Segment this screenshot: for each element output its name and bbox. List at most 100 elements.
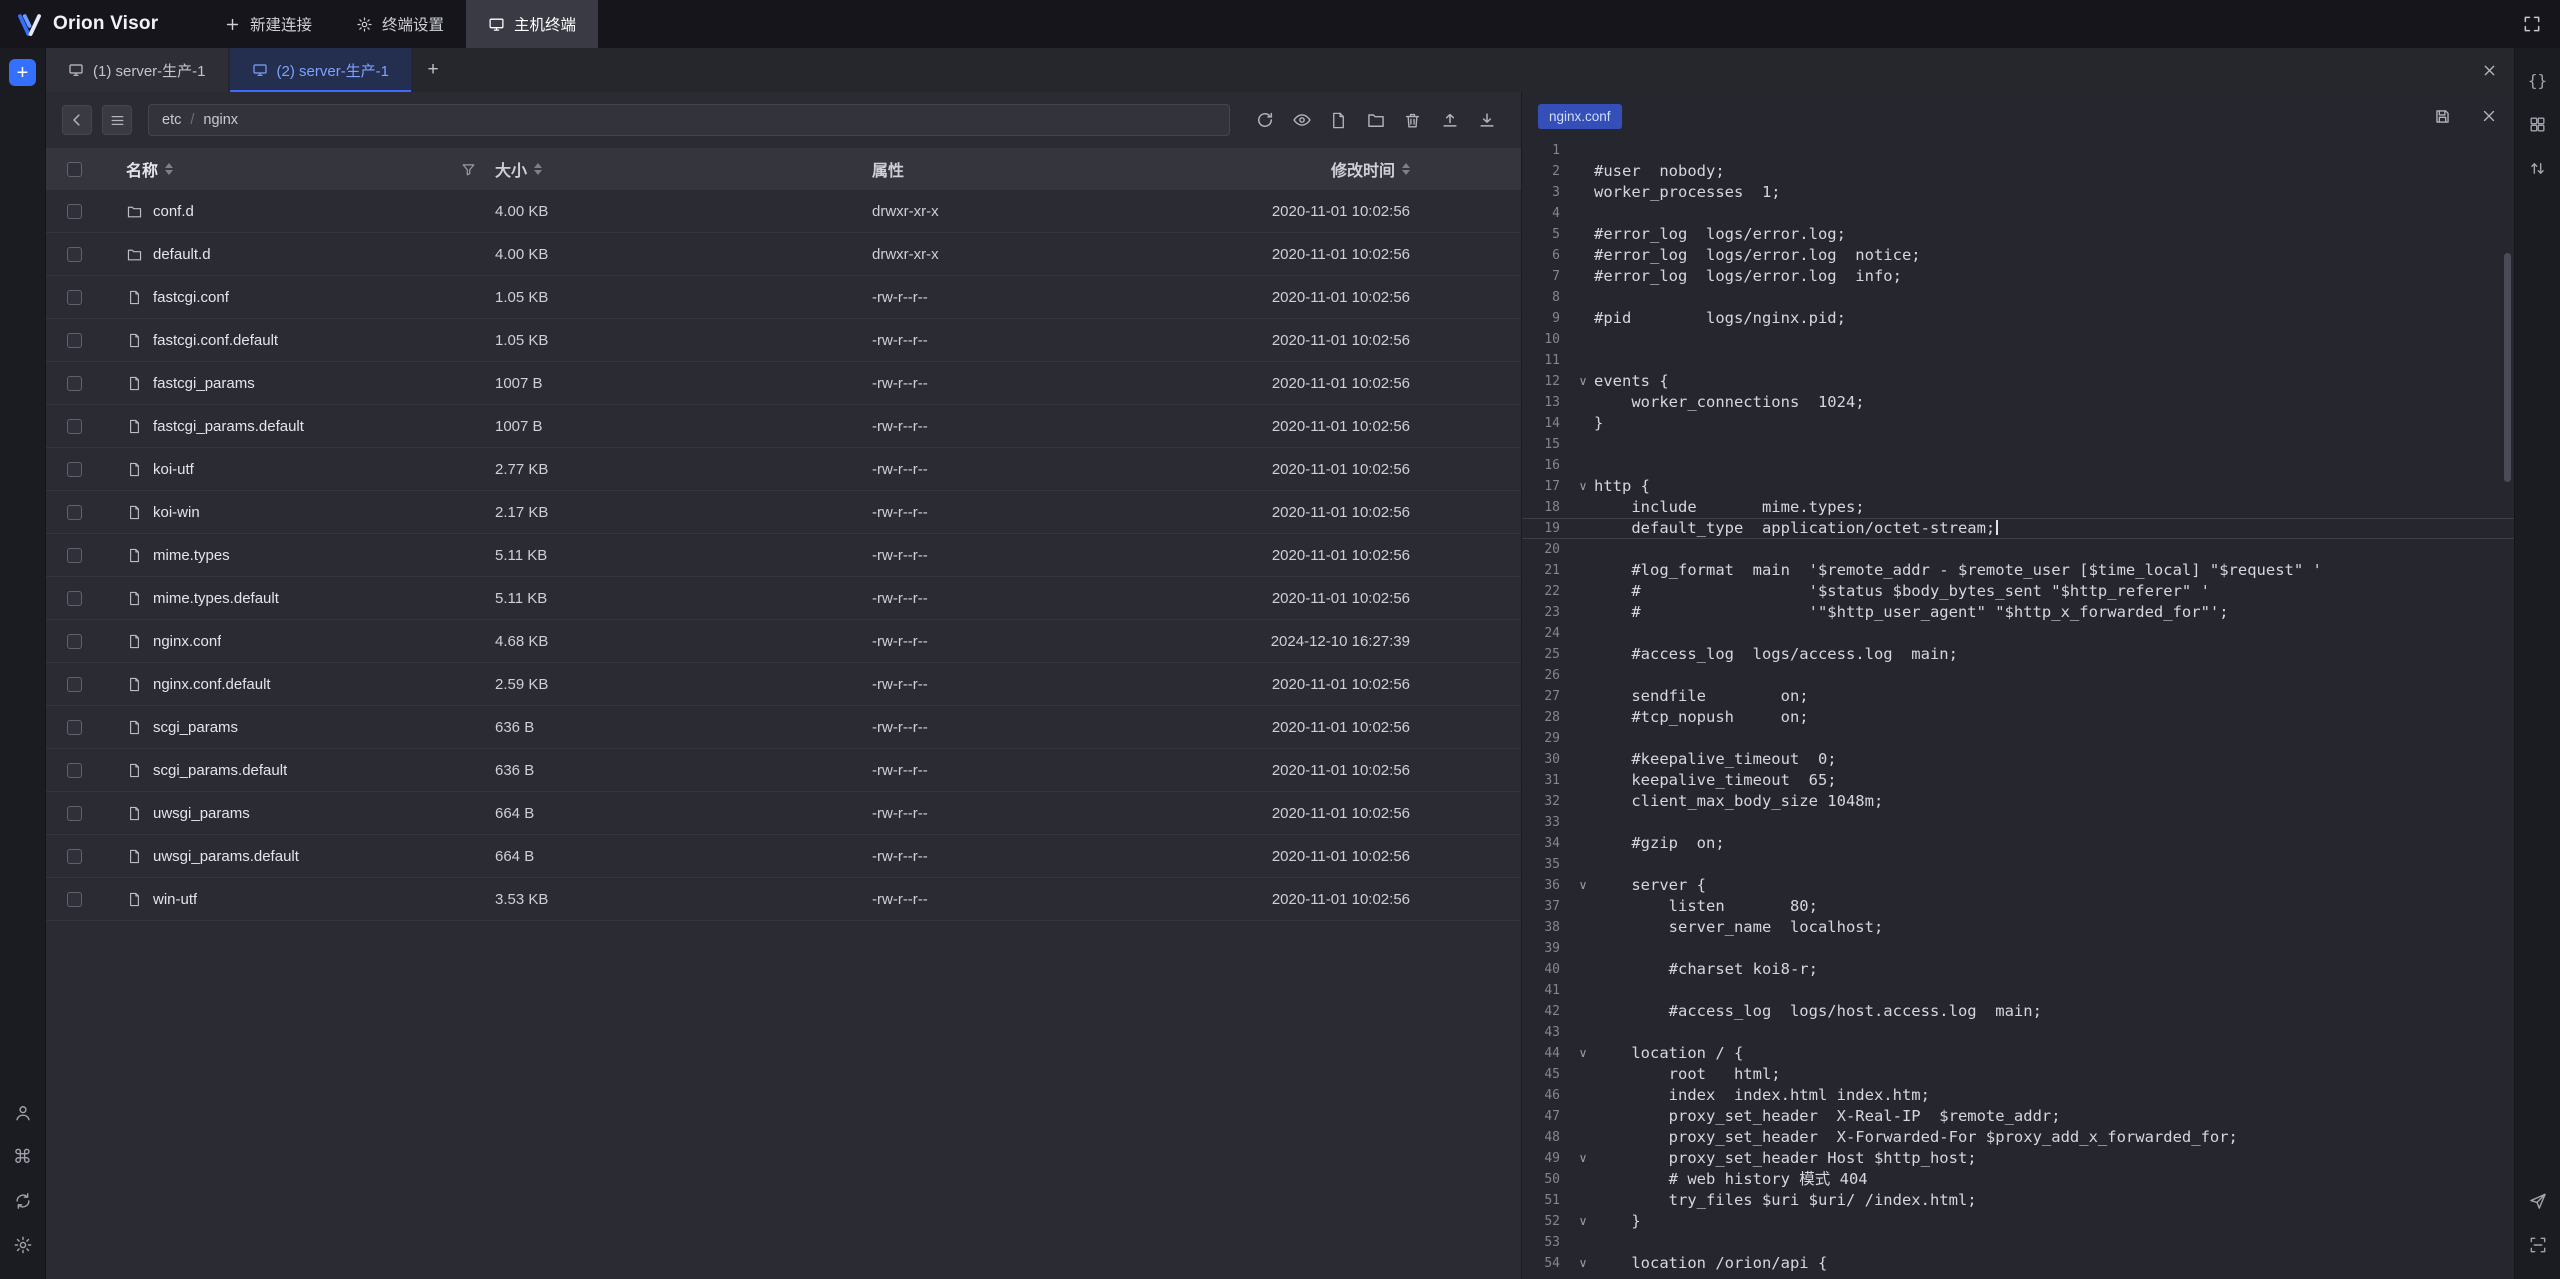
fold-chevron-icon[interactable]: ∨ [1572, 875, 1594, 896]
file-name[interactable]: koi-win [153, 504, 200, 521]
fold-chevron-icon[interactable]: ∨ [1572, 1211, 1594, 1232]
editor-scrollbar[interactable] [2504, 253, 2511, 482]
editor-line[interactable]: 11 [1522, 350, 2514, 371]
editor-line[interactable]: 4 [1522, 203, 2514, 224]
editor-line[interactable]: 25 #access_log logs/access.log main; [1522, 644, 2514, 665]
editor-line[interactable]: 43 [1522, 1022, 2514, 1043]
delete-icon[interactable] [1394, 105, 1431, 135]
editor-line[interactable]: 18 include mime.types; [1522, 497, 2514, 518]
breadcrumb-segment[interactable]: nginx [203, 112, 238, 128]
scan-capture-icon[interactable] [2523, 1230, 2553, 1260]
grid-layout-icon[interactable] [2523, 109, 2553, 139]
editor-line[interactable]: 21 #log_format main '$remote_addr - $rem… [1522, 560, 2514, 581]
editor-line[interactable]: 6 #error_log logs/error.log notice; [1522, 245, 2514, 266]
filter-icon[interactable] [460, 161, 477, 178]
fullscreen-icon[interactable] [2522, 14, 2542, 34]
row-checkbox[interactable] [67, 849, 82, 864]
fold-chevron-icon[interactable]: ∨ [1572, 1148, 1594, 1169]
theme-sync-icon[interactable] [8, 1186, 38, 1216]
editor-line[interactable]: 12 ∨ events { [1522, 371, 2514, 392]
editor-line[interactable]: 39 [1522, 938, 2514, 959]
table-row[interactable]: koi-win 2.17 KB -rw-r--r-- 2020-11-01 10… [46, 491, 1521, 534]
editor-line[interactable]: 24 [1522, 623, 2514, 644]
editor-line[interactable]: 40 #charset koi8-r; [1522, 959, 2514, 980]
editor-line[interactable]: 27 sendfile on; [1522, 686, 2514, 707]
breadcrumb[interactable]: etc / nginx [148, 104, 1230, 136]
menu-item-terminal-settings[interactable]: 终端设置 [334, 0, 466, 48]
editor-line[interactable]: 36 ∨ server { [1522, 875, 2514, 896]
editor-line[interactable]: 48 proxy_set_header X-Forwarded-For $pro… [1522, 1127, 2514, 1148]
sort-size-icon[interactable] [534, 163, 542, 176]
row-checkbox[interactable] [67, 419, 82, 434]
table-row[interactable]: nginx.conf.default 2.59 KB -rw-r--r-- 20… [46, 663, 1521, 706]
settings-gear-icon[interactable] [8, 1230, 38, 1260]
editor-line[interactable]: 34 #gzip on; [1522, 833, 2514, 854]
file-name[interactable]: scgi_params [153, 719, 238, 736]
row-checkbox[interactable] [67, 376, 82, 391]
new-session-button[interactable]: + [9, 59, 36, 86]
editor-line[interactable]: 14 } [1522, 413, 2514, 434]
table-row[interactable]: default.d 4.00 KB drwxr-xr-x 2020-11-01 … [46, 233, 1521, 276]
upload-icon[interactable] [1431, 105, 1468, 135]
row-checkbox[interactable] [67, 462, 82, 477]
menu-item-host-terminal[interactable]: 主机终端 [466, 0, 598, 48]
table-row[interactable]: uwsgi_params 664 B -rw-r--r-- 2020-11-01… [46, 792, 1521, 835]
table-row[interactable]: conf.d 4.00 KB drwxr-xr-x 2020-11-01 10:… [46, 190, 1521, 233]
row-checkbox[interactable] [67, 548, 82, 563]
menu-item-new-connection[interactable]: 新建连接 [202, 0, 334, 48]
fold-chevron-icon[interactable]: ∨ [1572, 476, 1594, 497]
editor-line[interactable]: 37 listen 80; [1522, 896, 2514, 917]
table-row[interactable]: fastcgi.conf 1.05 KB -rw-r--r-- 2020-11-… [46, 276, 1521, 319]
editor-line[interactable]: 54 ∨ location /orion/api { [1522, 1253, 2514, 1274]
select-all-checkbox[interactable] [67, 162, 82, 177]
new-folder-icon[interactable] [1357, 105, 1394, 135]
download-icon[interactable] [1468, 105, 1505, 135]
tab-server-1[interactable]: (1) server-生产-1 [46, 48, 228, 92]
table-row[interactable]: fastcgi_params.default 1007 B -rw-r--r--… [46, 405, 1521, 448]
editor-line[interactable]: 32 client_max_body_size 1048m; [1522, 791, 2514, 812]
table-row[interactable]: win-utf 3.53 KB -rw-r--r-- 2020-11-01 10… [46, 878, 1521, 921]
editor-line[interactable]: 17 ∨ http { [1522, 476, 2514, 497]
editor-line[interactable]: 8 [1522, 287, 2514, 308]
editor-line[interactable]: 44 ∨ location / { [1522, 1043, 2514, 1064]
table-row[interactable]: uwsgi_params.default 664 B -rw-r--r-- 20… [46, 835, 1521, 878]
row-checkbox[interactable] [67, 763, 82, 778]
row-checkbox[interactable] [67, 247, 82, 262]
row-checkbox[interactable] [67, 290, 82, 305]
column-header-mtime[interactable]: 修改时间 [1331, 157, 1410, 181]
file-name[interactable]: koi-utf [153, 461, 194, 478]
editor-line[interactable]: 26 [1522, 665, 2514, 686]
row-checkbox[interactable] [67, 806, 82, 821]
table-row[interactable]: scgi_params 636 B -rw-r--r-- 2020-11-01 … [46, 706, 1521, 749]
editor-line[interactable]: 29 [1522, 728, 2514, 749]
file-name[interactable]: fastcgi.conf [153, 289, 229, 306]
editor-line[interactable]: 42 #access_log logs/host.access.log main… [1522, 1001, 2514, 1022]
file-name[interactable]: conf.d [153, 203, 194, 220]
row-checkbox[interactable] [67, 333, 82, 348]
table-row[interactable]: nginx.conf 4.68 KB -rw-r--r-- 2024-12-10… [46, 620, 1521, 663]
editor-line[interactable]: 51 try_files $uri $uri/ /index.html; [1522, 1190, 2514, 1211]
column-header-size[interactable]: 大小 [495, 157, 542, 181]
editor-line[interactable]: 45 root html; [1522, 1064, 2514, 1085]
editor-line[interactable]: 9 #pid logs/nginx.pid; [1522, 308, 2514, 329]
row-checkbox[interactable] [67, 204, 82, 219]
editor-line[interactable]: 35 [1522, 854, 2514, 875]
file-name[interactable]: mime.types.default [153, 590, 279, 607]
row-checkbox[interactable] [67, 892, 82, 907]
command-icon[interactable]: ⌘ [8, 1142, 38, 1172]
editor-line[interactable]: 23 # '"$http_user_agent" "$http_x_forwar… [1522, 602, 2514, 623]
file-name[interactable]: uwsgi_params.default [153, 848, 299, 865]
editor-line[interactable]: 30 #keepalive_timeout 0; [1522, 749, 2514, 770]
row-checkbox[interactable] [67, 505, 82, 520]
fold-chevron-icon[interactable]: ∨ [1572, 1043, 1594, 1064]
file-name[interactable]: fastcgi_params.default [153, 418, 304, 435]
fold-chevron-icon[interactable]: ∨ [1572, 1253, 1594, 1274]
refresh-icon[interactable] [1246, 105, 1283, 135]
file-name[interactable]: uwsgi_params [153, 805, 250, 822]
editor-code[interactable]: 1 2 #user nobody; 3 worker_processes 1; … [1522, 140, 2514, 1279]
editor-line[interactable]: 49 ∨ proxy_set_header Host $http_host; [1522, 1148, 2514, 1169]
file-name[interactable]: fastcgi.conf.default [153, 332, 278, 349]
table-row[interactable]: fastcgi_params 1007 B -rw-r--r-- 2020-11… [46, 362, 1521, 405]
row-checkbox[interactable] [67, 634, 82, 649]
preview-eye-icon[interactable] [1283, 105, 1320, 135]
